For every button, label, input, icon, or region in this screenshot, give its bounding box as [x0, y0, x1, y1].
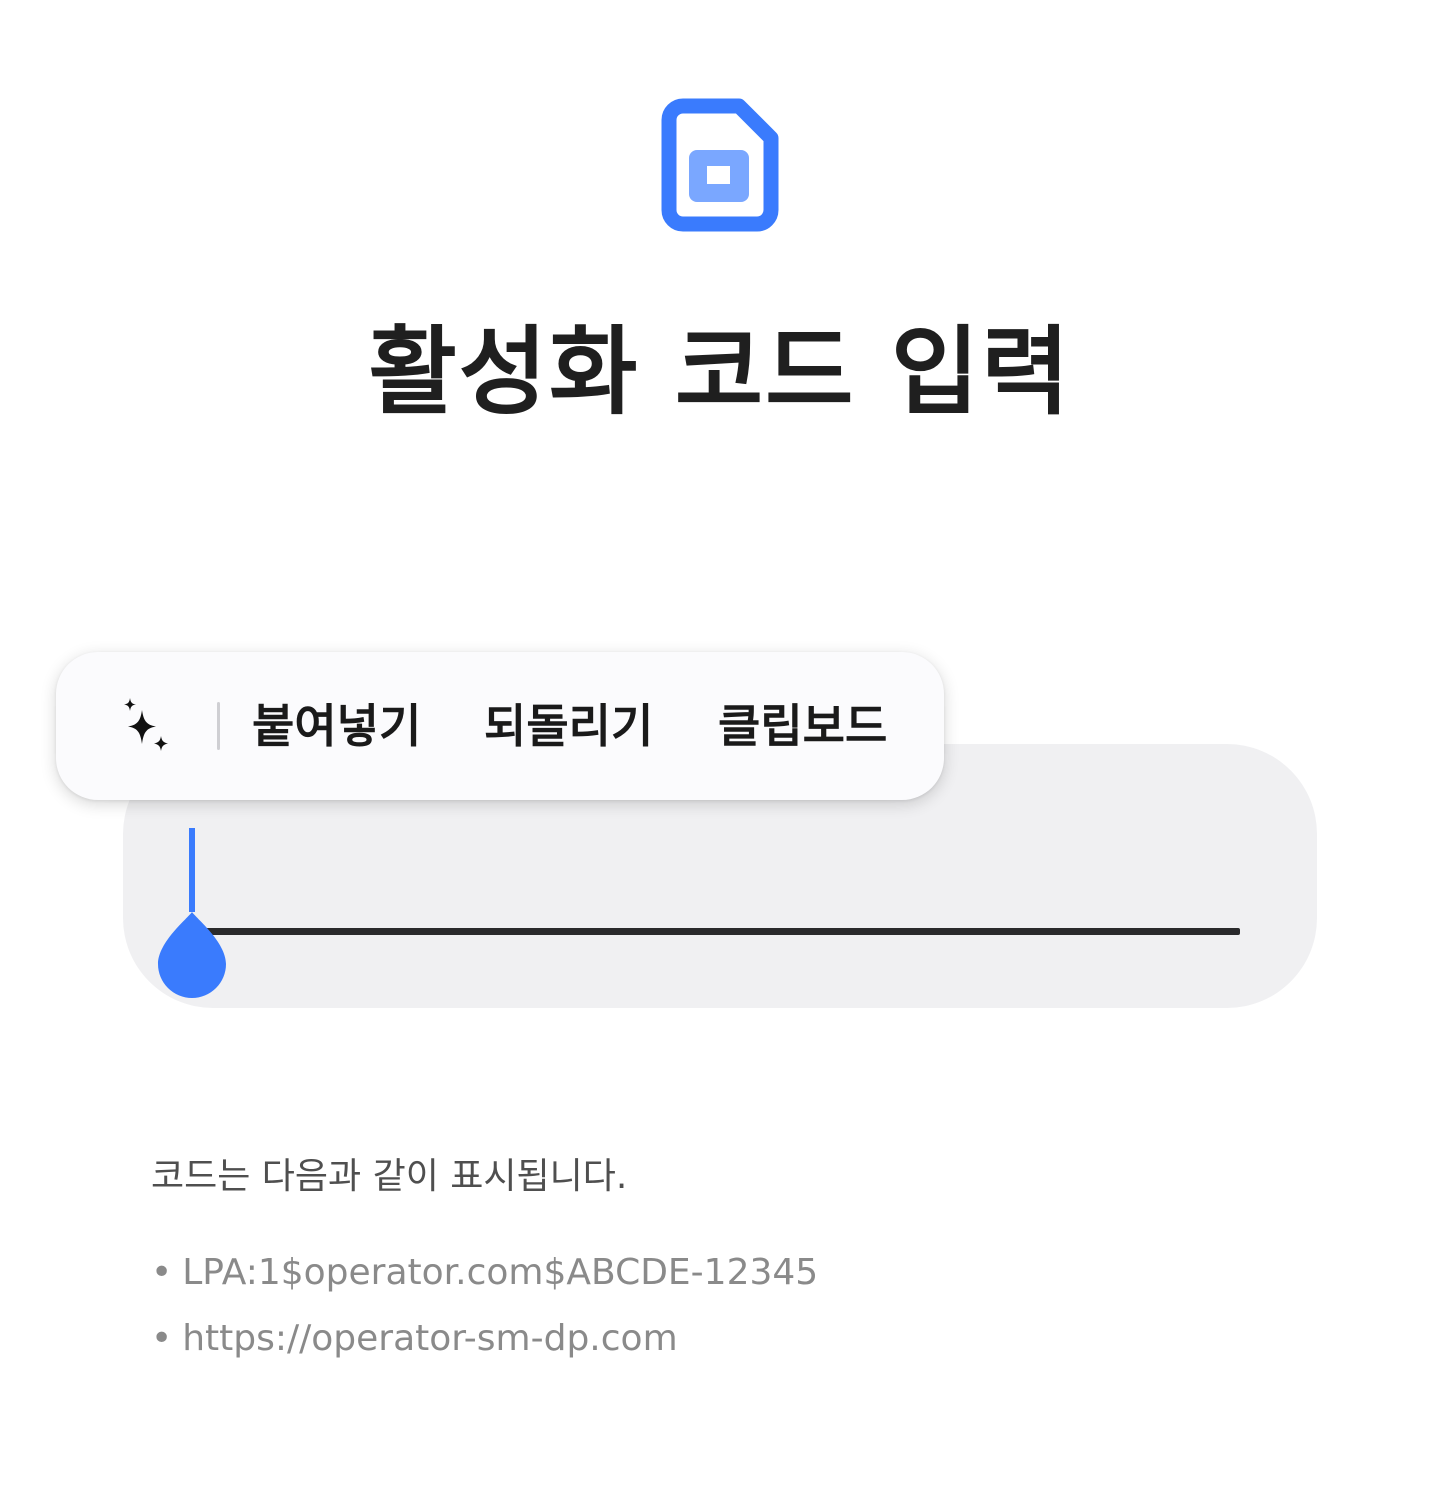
- paste-button[interactable]: 붙여넣기: [252, 692, 421, 760]
- help-description: 코드는 다음과 같이 표시됩니다.: [151, 1156, 628, 1197]
- bullet: •: [151, 1318, 173, 1359]
- bullet: •: [151, 1252, 173, 1293]
- example-item: • https://operator-sm-dp.com: [151, 1306, 818, 1372]
- esim-card-icon: [661, 98, 779, 232]
- input-underline: [193, 928, 1240, 935]
- example-item: • LPA:1$operator.com$ABCDE-12345: [151, 1240, 818, 1306]
- text-context-menu: 붙여넣기 되돌리기 클립보드: [56, 652, 944, 800]
- example-list: • LPA:1$operator.com$ABCDE-12345 • https:/…: [151, 1240, 818, 1372]
- page-title: 활성화 코드 입력: [368, 316, 1072, 428]
- example-url-code: https://operator-sm-dp.com: [182, 1318, 678, 1359]
- toolbar-divider: [217, 702, 220, 750]
- cursor-handle[interactable]: [156, 908, 228, 1000]
- undo-button[interactable]: 되돌리기: [484, 692, 653, 760]
- text-cursor: [189, 828, 195, 912]
- example-lpa-code: LPA:1$operator.com$ABCDE-12345: [182, 1252, 819, 1293]
- clipboard-button[interactable]: 클립보드: [718, 692, 887, 760]
- sparkles-icon[interactable]: [116, 698, 172, 754]
